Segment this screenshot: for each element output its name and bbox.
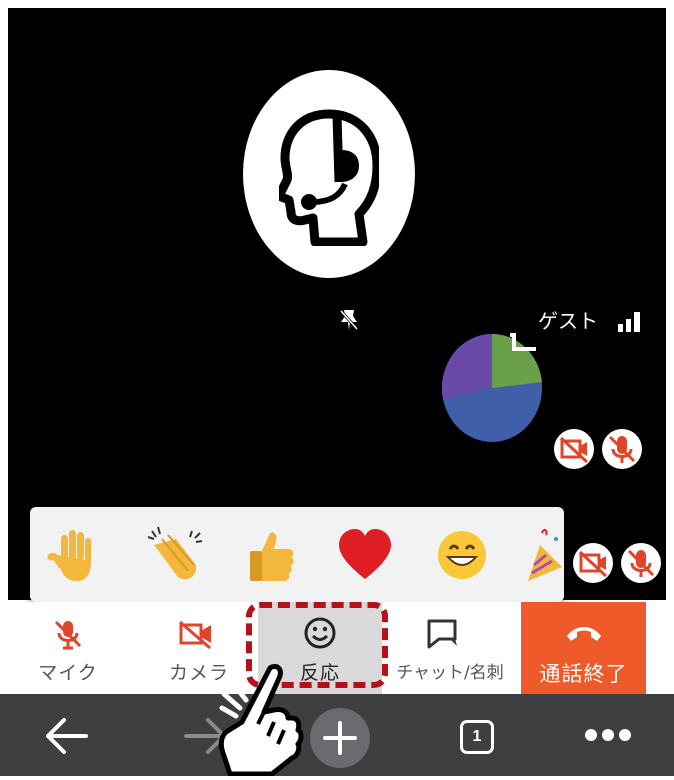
chat-icon xyxy=(427,619,457,649)
mic-off-icon xyxy=(602,429,642,469)
raised-hand-reaction[interactable] xyxy=(45,525,105,585)
thumbs-up-icon xyxy=(250,532,294,581)
headset-person-icon xyxy=(279,109,379,246)
end-call-button[interactable]: 通話終了 xyxy=(521,602,646,694)
pointing-hand-icon xyxy=(212,660,304,777)
thumbs-up-reaction[interactable] xyxy=(240,525,300,585)
raised-hand-icon xyxy=(47,530,91,581)
tab-count-button[interactable]: 1 xyxy=(460,720,494,754)
hang-up-icon xyxy=(567,627,601,641)
participant-avatar xyxy=(243,70,415,278)
heart-reaction[interactable] xyxy=(335,525,395,585)
signal-strength-icon xyxy=(618,310,642,332)
grinning-face-reaction[interactable] xyxy=(432,525,492,585)
camera-off-icon xyxy=(554,429,594,469)
mic-toggle-button[interactable]: マイク xyxy=(20,602,116,694)
chat-label: チャット/名刺 xyxy=(396,663,504,683)
clapping-hands-reaction[interactable] xyxy=(146,525,206,585)
more-options-icon[interactable] xyxy=(584,728,632,742)
grinning-face-icon xyxy=(438,531,486,579)
reaction-picker xyxy=(30,507,564,602)
camera-off-icon xyxy=(179,620,211,650)
clapping-hands-icon xyxy=(147,526,203,580)
pin-off-icon[interactable] xyxy=(338,308,360,332)
party-popper-reaction[interactable] xyxy=(522,525,564,585)
shared-pie-thumbnail xyxy=(440,333,544,443)
mic-off-icon xyxy=(621,543,661,583)
new-tab-button[interactable] xyxy=(310,708,370,768)
plus-icon xyxy=(323,721,357,755)
mic-off-icon xyxy=(54,620,82,650)
heart-icon xyxy=(339,529,391,579)
participant-name: ゲスト xyxy=(538,309,598,333)
mic-label: マイク xyxy=(38,662,98,684)
end-call-label: 通話終了 xyxy=(539,662,628,686)
camera-off-icon xyxy=(573,543,613,583)
party-popper-icon xyxy=(528,528,562,581)
chat-business-card-button[interactable]: チャット/名刺 xyxy=(380,602,520,694)
back-arrow-icon[interactable] xyxy=(42,716,90,756)
